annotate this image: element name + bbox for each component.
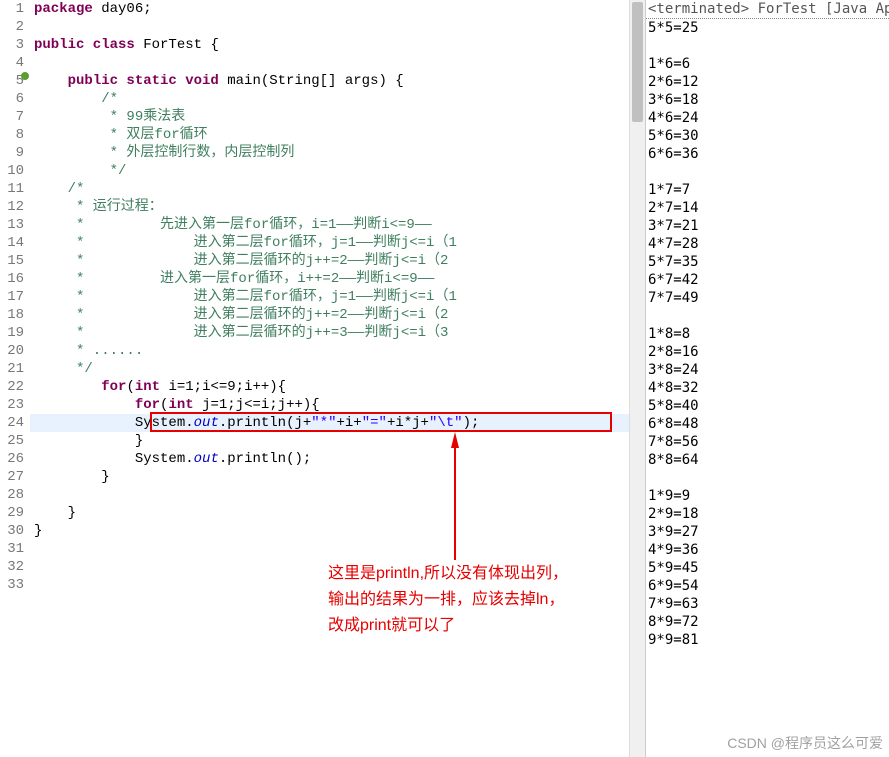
line-number: 15: [0, 252, 24, 270]
console-row: 6*6=36: [648, 145, 887, 163]
console-row: 2*9=18: [648, 505, 887, 523]
console-row: 6*8=48: [648, 415, 887, 433]
console-row: 2*6=12: [648, 73, 887, 91]
console-row: 7*8=56: [648, 433, 887, 451]
line-number-gutter: 1 2 3 4 5 6 7 8 9 10 11 12 13 14 15 16 1…: [0, 0, 30, 757]
line-number: 24: [0, 414, 24, 432]
line-number: 6: [0, 90, 24, 108]
console-row: 4*8=32: [648, 379, 887, 397]
console-row: 1*7=7: [648, 181, 887, 199]
line-number: 11: [0, 180, 24, 198]
console-row: [648, 307, 887, 325]
console-row: 3*8=24: [648, 361, 887, 379]
console-row: 4*9=36: [648, 541, 887, 559]
line-number: 31: [0, 540, 24, 558]
line-number: 21: [0, 360, 24, 378]
line-number: 20: [0, 342, 24, 360]
code-text-area[interactable]: package day06; public class ForTest { pu…: [30, 0, 629, 757]
console-row: 5*7=35: [648, 253, 887, 271]
console-row: 2*8=16: [648, 343, 887, 361]
line-number: 8: [0, 126, 24, 144]
line-number: 1: [0, 0, 24, 18]
console-row: 9*9=81: [648, 631, 887, 649]
console-row: [648, 37, 887, 55]
line-number: 28: [0, 486, 24, 504]
line-number: 2: [0, 18, 24, 36]
line-number: 25: [0, 432, 24, 450]
line-number: 33: [0, 576, 24, 594]
console-row: 3*7=21: [648, 217, 887, 235]
console-row: 6*9=54: [648, 577, 887, 595]
line-number: 32: [0, 558, 24, 576]
line-number: 10: [0, 162, 24, 180]
console-row: 6*7=42: [648, 271, 887, 289]
console-row: 2*7=14: [648, 199, 887, 217]
line-number: 29: [0, 504, 24, 522]
console-row: 5*5=25: [648, 19, 887, 37]
console-row: 3*9=27: [648, 523, 887, 541]
code-editor-pane: 1 2 3 4 5 6 7 8 9 10 11 12 13 14 15 16 1…: [0, 0, 646, 757]
line-number: 12: [0, 198, 24, 216]
line-number: 3: [0, 36, 24, 54]
console-row: 4*6=24: [648, 109, 887, 127]
line-number: 9: [0, 144, 24, 162]
console-row: 1*8=8: [648, 325, 887, 343]
line-number: 30: [0, 522, 24, 540]
line-number: 16: [0, 270, 24, 288]
console-row: 8*8=64: [648, 451, 887, 469]
line-number: 26: [0, 450, 24, 468]
line-number: 19: [0, 324, 24, 342]
run-marker-icon: [21, 72, 29, 80]
highlighted-line[interactable]: System.out.println(j+"*"+i+"="+i*j+"\t")…: [30, 414, 629, 432]
console-row: 1*9=9: [648, 487, 887, 505]
line-number: 14: [0, 234, 24, 252]
console-row: 7*9=63: [648, 595, 887, 613]
line-number: 23: [0, 396, 24, 414]
line-number: 22: [0, 378, 24, 396]
line-number: 7: [0, 108, 24, 126]
line-number: 18: [0, 306, 24, 324]
line-number: 17: [0, 288, 24, 306]
console-row: 3*6=18: [648, 91, 887, 109]
console-row: [648, 163, 887, 181]
line-number: 27: [0, 468, 24, 486]
line-number: 13: [0, 216, 24, 234]
console-row: 5*8=40: [648, 397, 887, 415]
console-output-pane[interactable]: <terminated> ForTest [Java App 5*5=25 1*6…: [646, 0, 889, 757]
console-row: [648, 469, 887, 487]
console-row: 5*6=30: [648, 127, 887, 145]
console-status: <terminated> ForTest [Java App: [646, 0, 889, 19]
console-row: 5*9=45: [648, 559, 887, 577]
scrollbar-thumb[interactable]: [632, 2, 643, 122]
console-body: 5*5=25 1*6=62*6=123*6=184*6=245*6=306*6=3…: [646, 19, 889, 649]
editor-vertical-scrollbar[interactable]: [629, 0, 645, 757]
console-row: 7*7=49: [648, 289, 887, 307]
console-row: 8*9=72: [648, 613, 887, 631]
console-row: 4*7=28: [648, 235, 887, 253]
line-number: 4: [0, 54, 24, 72]
console-row: 1*6=6: [648, 55, 887, 73]
